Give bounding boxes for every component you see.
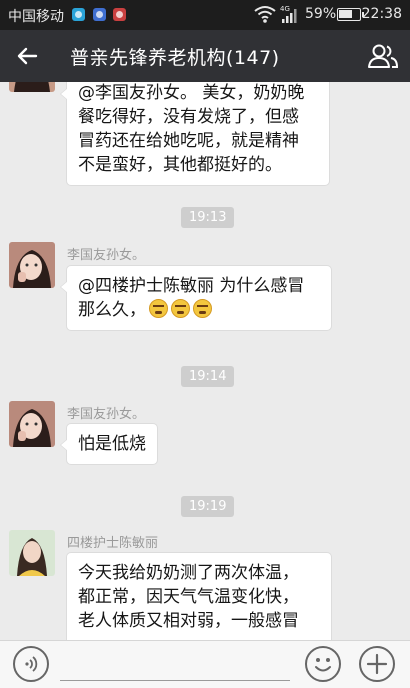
timestamp-badge: 19:13 [181, 207, 235, 228]
message-text-line: 都正常，因天气气温变化快， [78, 587, 299, 607]
plus-icon[interactable] [359, 646, 395, 682]
timestamp-badge: 19:19 [181, 496, 235, 517]
chat-header: 普亲先锋养老机构(147) [0, 30, 410, 82]
angry-emoji-icon [149, 299, 168, 318]
group-members-icon[interactable] [366, 42, 400, 70]
message-list[interactable]: @李国友孙女。 美女，奶奶晚 餐吃得好，没有发烧了，但感 冒药还在给她吃呢，就是… [0, 82, 410, 640]
message-text-line: 那么久， [78, 298, 320, 322]
message-text-line: @四楼护士陈敏丽 为什么感冒 [78, 276, 305, 296]
timestamp-badge: 19:14 [181, 366, 235, 387]
message-app-icon [72, 8, 85, 21]
avatar[interactable] [9, 401, 55, 447]
carrier-name: 中国移动 [8, 9, 64, 25]
message-text-line: @李国友孙女。 美女，奶奶晚 [78, 83, 305, 103]
sender-name: 李国友孙女。 [67, 407, 146, 422]
sender-name: 李国友孙女。 [67, 248, 146, 263]
avatar[interactable] [9, 82, 55, 92]
gallery-app-icon [93, 8, 106, 21]
notification-app-icon [113, 8, 126, 21]
emoji-icon[interactable] [305, 646, 341, 682]
message-text-line: 冒药还在给她吃呢，就是精神 [78, 131, 299, 151]
message-bubble[interactable]: 怕是低烧 [60, 423, 158, 465]
sender-name: 四楼护士陈敏丽 [67, 536, 159, 551]
message-text-fragment: 那么久， [78, 300, 146, 320]
input-bar [0, 640, 410, 688]
message-bubble[interactable]: @四楼护士陈敏丽 为什么感冒 那么久， [60, 265, 332, 331]
status-clock: 22:38 [361, 6, 402, 22]
battery-percentage: 59% [305, 6, 337, 22]
message-text-line: 今天我给奶奶测了两次体温， [78, 563, 299, 583]
message-input[interactable] [60, 649, 290, 681]
message-text-line: 怕是低烧 [78, 434, 146, 454]
angry-emoji-icon [193, 299, 212, 318]
cellular-signal-icon: 4G [280, 4, 300, 28]
angry-emoji-icon [171, 299, 190, 318]
chat-title: 普亲先锋养老机构(147) [70, 47, 280, 69]
status-bar: 中国移动 4G 59% 22:38 [0, 0, 410, 30]
message-bubble[interactable]: @李国友孙女。 美女，奶奶晚 餐吃得好，没有发烧了，但感 冒药还在给她吃呢，就是… [60, 82, 330, 186]
message-text-line: 不是蛮好，其他都挺好的。 [78, 155, 282, 175]
message-text-line: 老人体质又相对弱，一般感冒 [78, 611, 299, 631]
avatar[interactable] [9, 530, 55, 576]
avatar[interactable] [9, 242, 55, 288]
network-type-label: 4G [280, 5, 290, 13]
message-text-line: 餐吃得好，没有发烧了，但感 [78, 107, 299, 127]
wifi-icon [254, 5, 276, 27]
battery-icon [337, 8, 364, 21]
message-bubble[interactable]: 今天我给奶奶测了两次体温， 都正常，因天气气温变化快， 老人体质又相对弱，一般感… [66, 552, 332, 640]
arrow-left-icon[interactable] [14, 42, 42, 70]
voice-icon[interactable] [13, 646, 49, 682]
